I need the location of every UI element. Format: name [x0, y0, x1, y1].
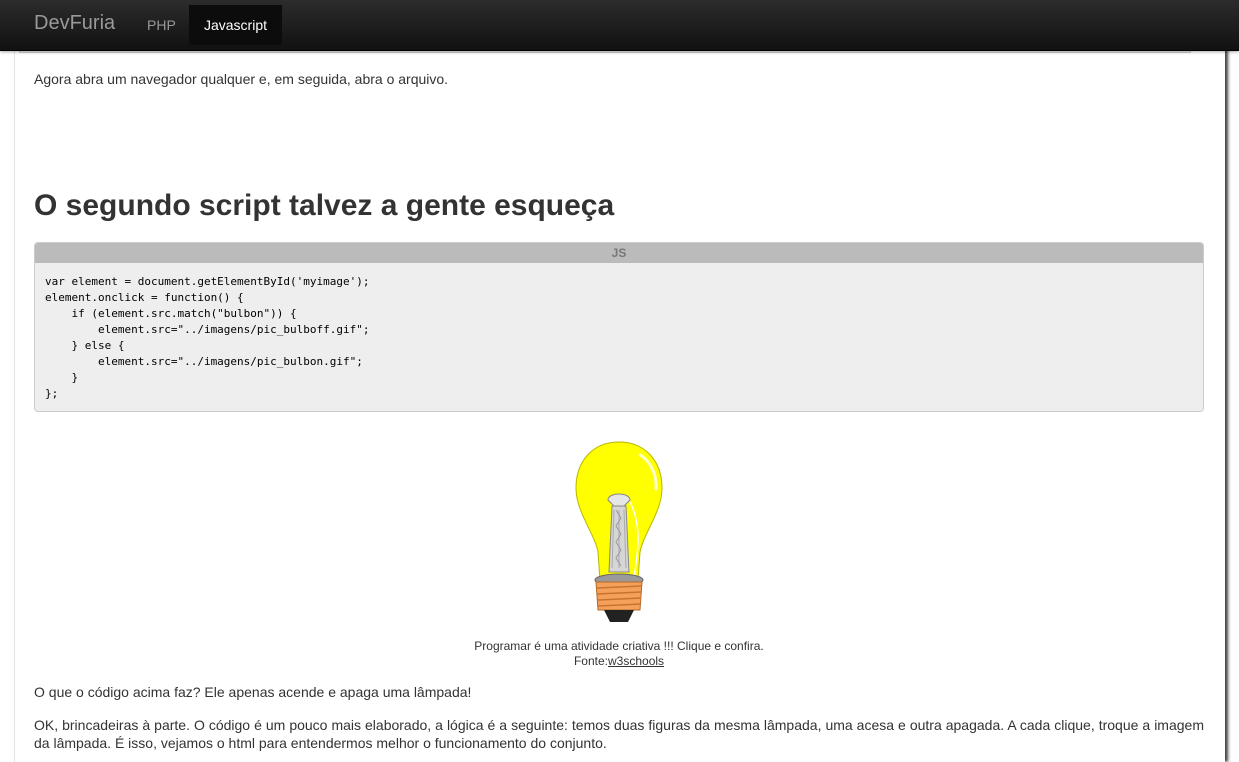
code-language-tab: JS — [35, 243, 1203, 263]
source-link[interactable]: w3schools — [608, 654, 664, 668]
caption-text: Programar é uma atividade criativa !!! C… — [474, 639, 764, 653]
intro-text: Agora abra um navegador qualquer e, em s… — [34, 71, 449, 87]
paragraph-1: O que o código acima faz? Ele apenas ace… — [34, 684, 472, 700]
code-block: JS var element = document.getElementById… — [34, 242, 1204, 412]
figure-caption: Programar é uma atividade criativa !!! C… — [34, 639, 1204, 669]
lightbulb-icon[interactable] — [564, 440, 674, 625]
top-navbar: DevFuria PHP Javascript — [0, 0, 1239, 51]
nav-item-php[interactable]: PHP — [133, 5, 190, 45]
brand-logo[interactable]: DevFuria — [34, 12, 115, 35]
caption-source: Fonte:w3schools — [34, 654, 1204, 669]
section-heading: O segundo script talvez a gente esqueça — [34, 189, 615, 222]
paragraph-2: OK, brincadeiras à parte. O código é um … — [34, 717, 1204, 751]
bulb-figure: Programar é uma atividade criativa !!! C… — [34, 440, 1204, 669]
nav-item-javascript[interactable]: Javascript — [189, 5, 282, 45]
code-content: var element = document.getElementById('m… — [45, 275, 370, 400]
source-prefix: Fonte: — [573, 654, 608, 668]
